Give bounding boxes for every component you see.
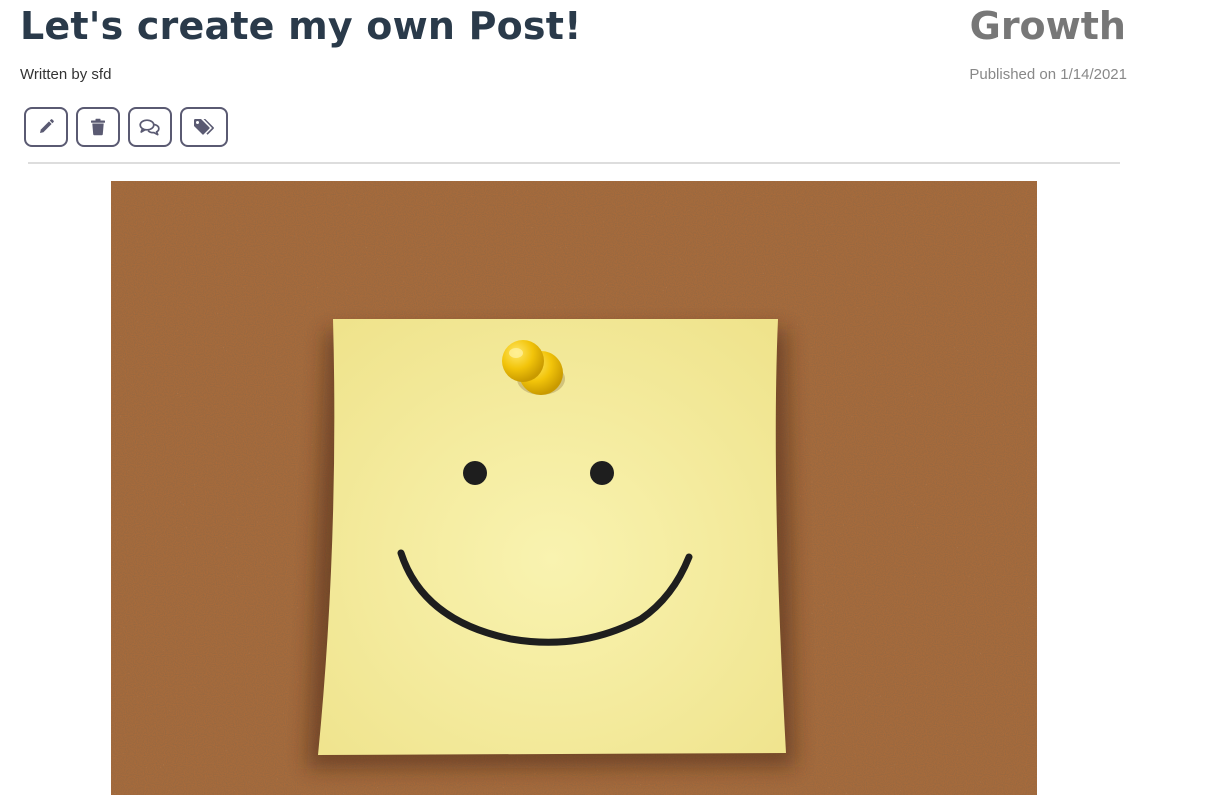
post-category: Growth [969,4,1126,48]
post-actions-toolbar [24,107,228,147]
delete-button[interactable] [76,107,120,147]
post-title: Let's create my own Post! [20,4,582,48]
comments-icon [139,118,161,136]
tags-button[interactable] [180,107,228,147]
trash-icon [90,118,106,136]
pencil-icon [37,118,55,136]
post-author: Written by sfd [20,66,112,83]
post-published-date: Published on 1/14/2021 [969,66,1127,83]
post-hero-image [111,181,1037,795]
comments-button[interactable] [128,107,172,147]
post-page: Let's create my own Post! Growth Written… [0,0,1208,795]
header-divider [28,162,1120,164]
edit-button[interactable] [24,107,68,147]
tags-icon [193,118,215,136]
